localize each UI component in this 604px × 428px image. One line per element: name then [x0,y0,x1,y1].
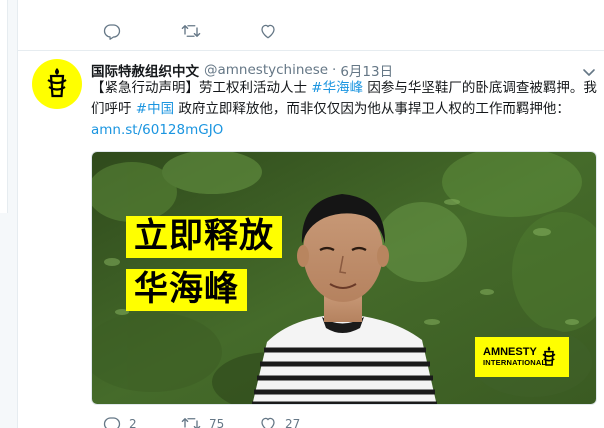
amnesty-candle-icon [542,346,556,366]
tweet-text-part1: 【紧急行动声明】劳工权利活动人士 [91,80,312,96]
overlay-text-name: 华海峰 [126,269,247,311]
logo-line-2: INTERNATIONAL [483,357,547,367]
tweet-url-link[interactable]: amn.st/60128mGJO [91,122,223,138]
tweet-text: 【紧急行动声明】劳工权利活动人士 #华海峰 因参与华坚鞋厂的卧底调查被羁押。我们… [91,78,601,141]
retweet-icon [181,418,201,428]
like-count: 27 [285,417,301,428]
tweet-header: 国际特赦组织中文 @amnestychinese · 6月13日 [91,60,393,80]
prev-tweet-action-bar [103,21,337,41]
retweet-button[interactable] [181,21,259,41]
reply-icon [103,24,121,40]
hashtag-link[interactable]: #华海峰 [311,80,363,96]
reply-button[interactable] [103,21,181,41]
tweet-date[interactable]: 6月13日 [340,60,393,80]
separator-dot: · [332,62,337,78]
like-button[interactable]: 27 [259,414,337,428]
like-icon [261,24,275,39]
overlay-text-release: 立即释放 [126,216,282,258]
display-name[interactable]: 国际特赦组织中文 [91,60,199,80]
left-page-strip [0,0,17,428]
reply-count: 2 [129,417,137,428]
tweet-divider [18,50,604,51]
timeline: 国际特赦组织中文 @amnestychinese · 6月13日 【紧急行动声明… [17,0,604,428]
amnesty-logo: AMNESTY INTERNATIONAL [475,337,569,377]
retweet-count: 75 [209,417,225,428]
retweet-icon [181,25,201,37]
user-handle[interactable]: @amnestychinese [204,62,328,78]
tweet-media-image[interactable]: 立即释放 华海峰 AMNESTY INTERNATIONAL [91,151,597,405]
hashtag-link[interactable]: #中国 [136,101,174,117]
amnesty-candle-icon [47,68,67,98]
tweet-action-bar: 2 75 27 [103,414,337,428]
avatar[interactable] [32,59,82,109]
reply-icon [103,417,121,428]
retweet-button[interactable]: 75 [181,414,259,428]
tweet-text-part3: 政府立即释放他，而非仅仅因为他从事捍卫人权的工作而羁押他： [174,101,570,117]
like-icon [261,417,275,428]
left-card-edge [0,0,8,213]
chevron-down-icon [583,69,595,76]
reply-button[interactable]: 2 [103,414,181,428]
logo-line-1: AMNESTY [483,345,537,358]
like-button[interactable] [259,21,337,41]
